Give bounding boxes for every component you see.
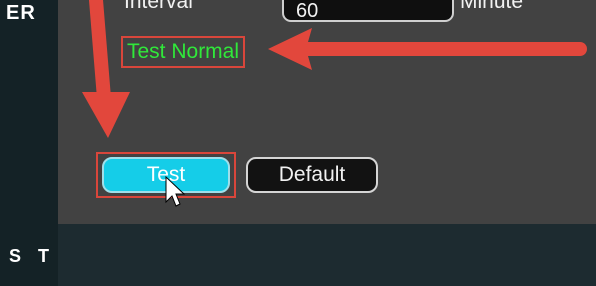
screenshot-frame: ER S T Interval 60 Minute Test Normal Te… <box>0 0 596 286</box>
arrow-top-to-down <box>82 0 130 138</box>
mouse-pointer-icon <box>165 175 186 207</box>
arrow-right-to-left <box>268 28 587 70</box>
annotation-overlay <box>82 0 587 207</box>
